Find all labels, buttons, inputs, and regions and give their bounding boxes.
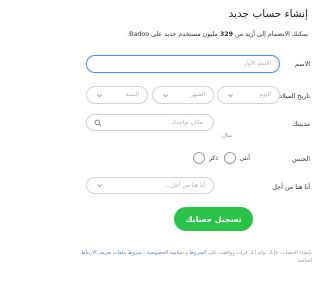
page-title: إنشاء حساب جديد — [228, 8, 308, 20]
city-placeholder: مكان تواجدك — [171, 119, 203, 126]
gender-female-label: أنثى — [239, 154, 250, 162]
chevron-down-icon — [161, 91, 169, 99]
purpose-placeholder: أنا هنا من أجل... — [165, 182, 205, 189]
birthday-day-select[interactable]: اليوم — [217, 86, 280, 104]
gender-female-radio[interactable] — [223, 152, 236, 164]
intro-text-before: يمكنك الانضمام إلى أزيد من — [232, 31, 308, 38]
terms-link[interactable]: الشروط — [189, 250, 206, 256]
terms-text-line2: الخاصة — [297, 257, 312, 264]
first-name-input[interactable]: الاسم الأول — [86, 55, 280, 73]
register-button[interactable]: تسجيل حسابك — [174, 207, 253, 231]
first-name-placeholder: الاسم الأول — [243, 61, 271, 67]
terms-text-pre: بإنشاء الحساب، فإنك تؤكد أنك قرأت ووافقت… — [206, 250, 312, 256]
chevron-down-icon — [95, 182, 103, 190]
chevron-down-icon — [95, 91, 103, 99]
city-input[interactable]: مكان تواجدك — [86, 114, 214, 131]
privacy-link[interactable]: سياسة الخصوصية — [147, 250, 184, 256]
intro-text: يمكنك الانضمام إلى أزيد من 329 مليون مست… — [84, 30, 308, 39]
name-label: الاسم — [294, 60, 310, 68]
birthday-month-select[interactable]: الشهر — [152, 86, 214, 104]
birthday-month-value: الشهر — [190, 92, 205, 98]
birthday-day-value: اليوم — [259, 92, 271, 98]
search-icon — [94, 119, 102, 127]
birthday-year-value: السنة — [125, 92, 139, 98]
gender-male-option[interactable]: ذكر — [192, 152, 218, 164]
gender-label: الجنس — [292, 155, 310, 163]
purpose-select[interactable]: أنا هنا من أجل... — [86, 177, 214, 194]
purpose-label: أنا هنا من أجل — [272, 183, 310, 191]
cookies-link[interactable]: شروط ملفات تعريف الارتباط — [81, 250, 142, 256]
birthday-label: تاريخ الميلاد — [279, 92, 310, 100]
user-count: 329 — [219, 31, 233, 38]
terms-notice: بإنشاء الحساب، فإنك تؤكد أنك قرأت ووافقت… — [72, 250, 312, 265]
city-example: مثال: — [220, 133, 232, 139]
chevron-down-icon — [226, 91, 234, 99]
gender-male-radio[interactable] — [192, 152, 205, 164]
gender-female-option[interactable]: أنثى — [223, 152, 250, 164]
birthday-year-select[interactable]: السنة — [86, 86, 148, 104]
gender-male-label: ذكر — [208, 154, 218, 162]
intro-text-after: مليون مستخدم جديد على Badoo. — [127, 31, 220, 38]
city-label: مدينتك — [292, 120, 310, 128]
